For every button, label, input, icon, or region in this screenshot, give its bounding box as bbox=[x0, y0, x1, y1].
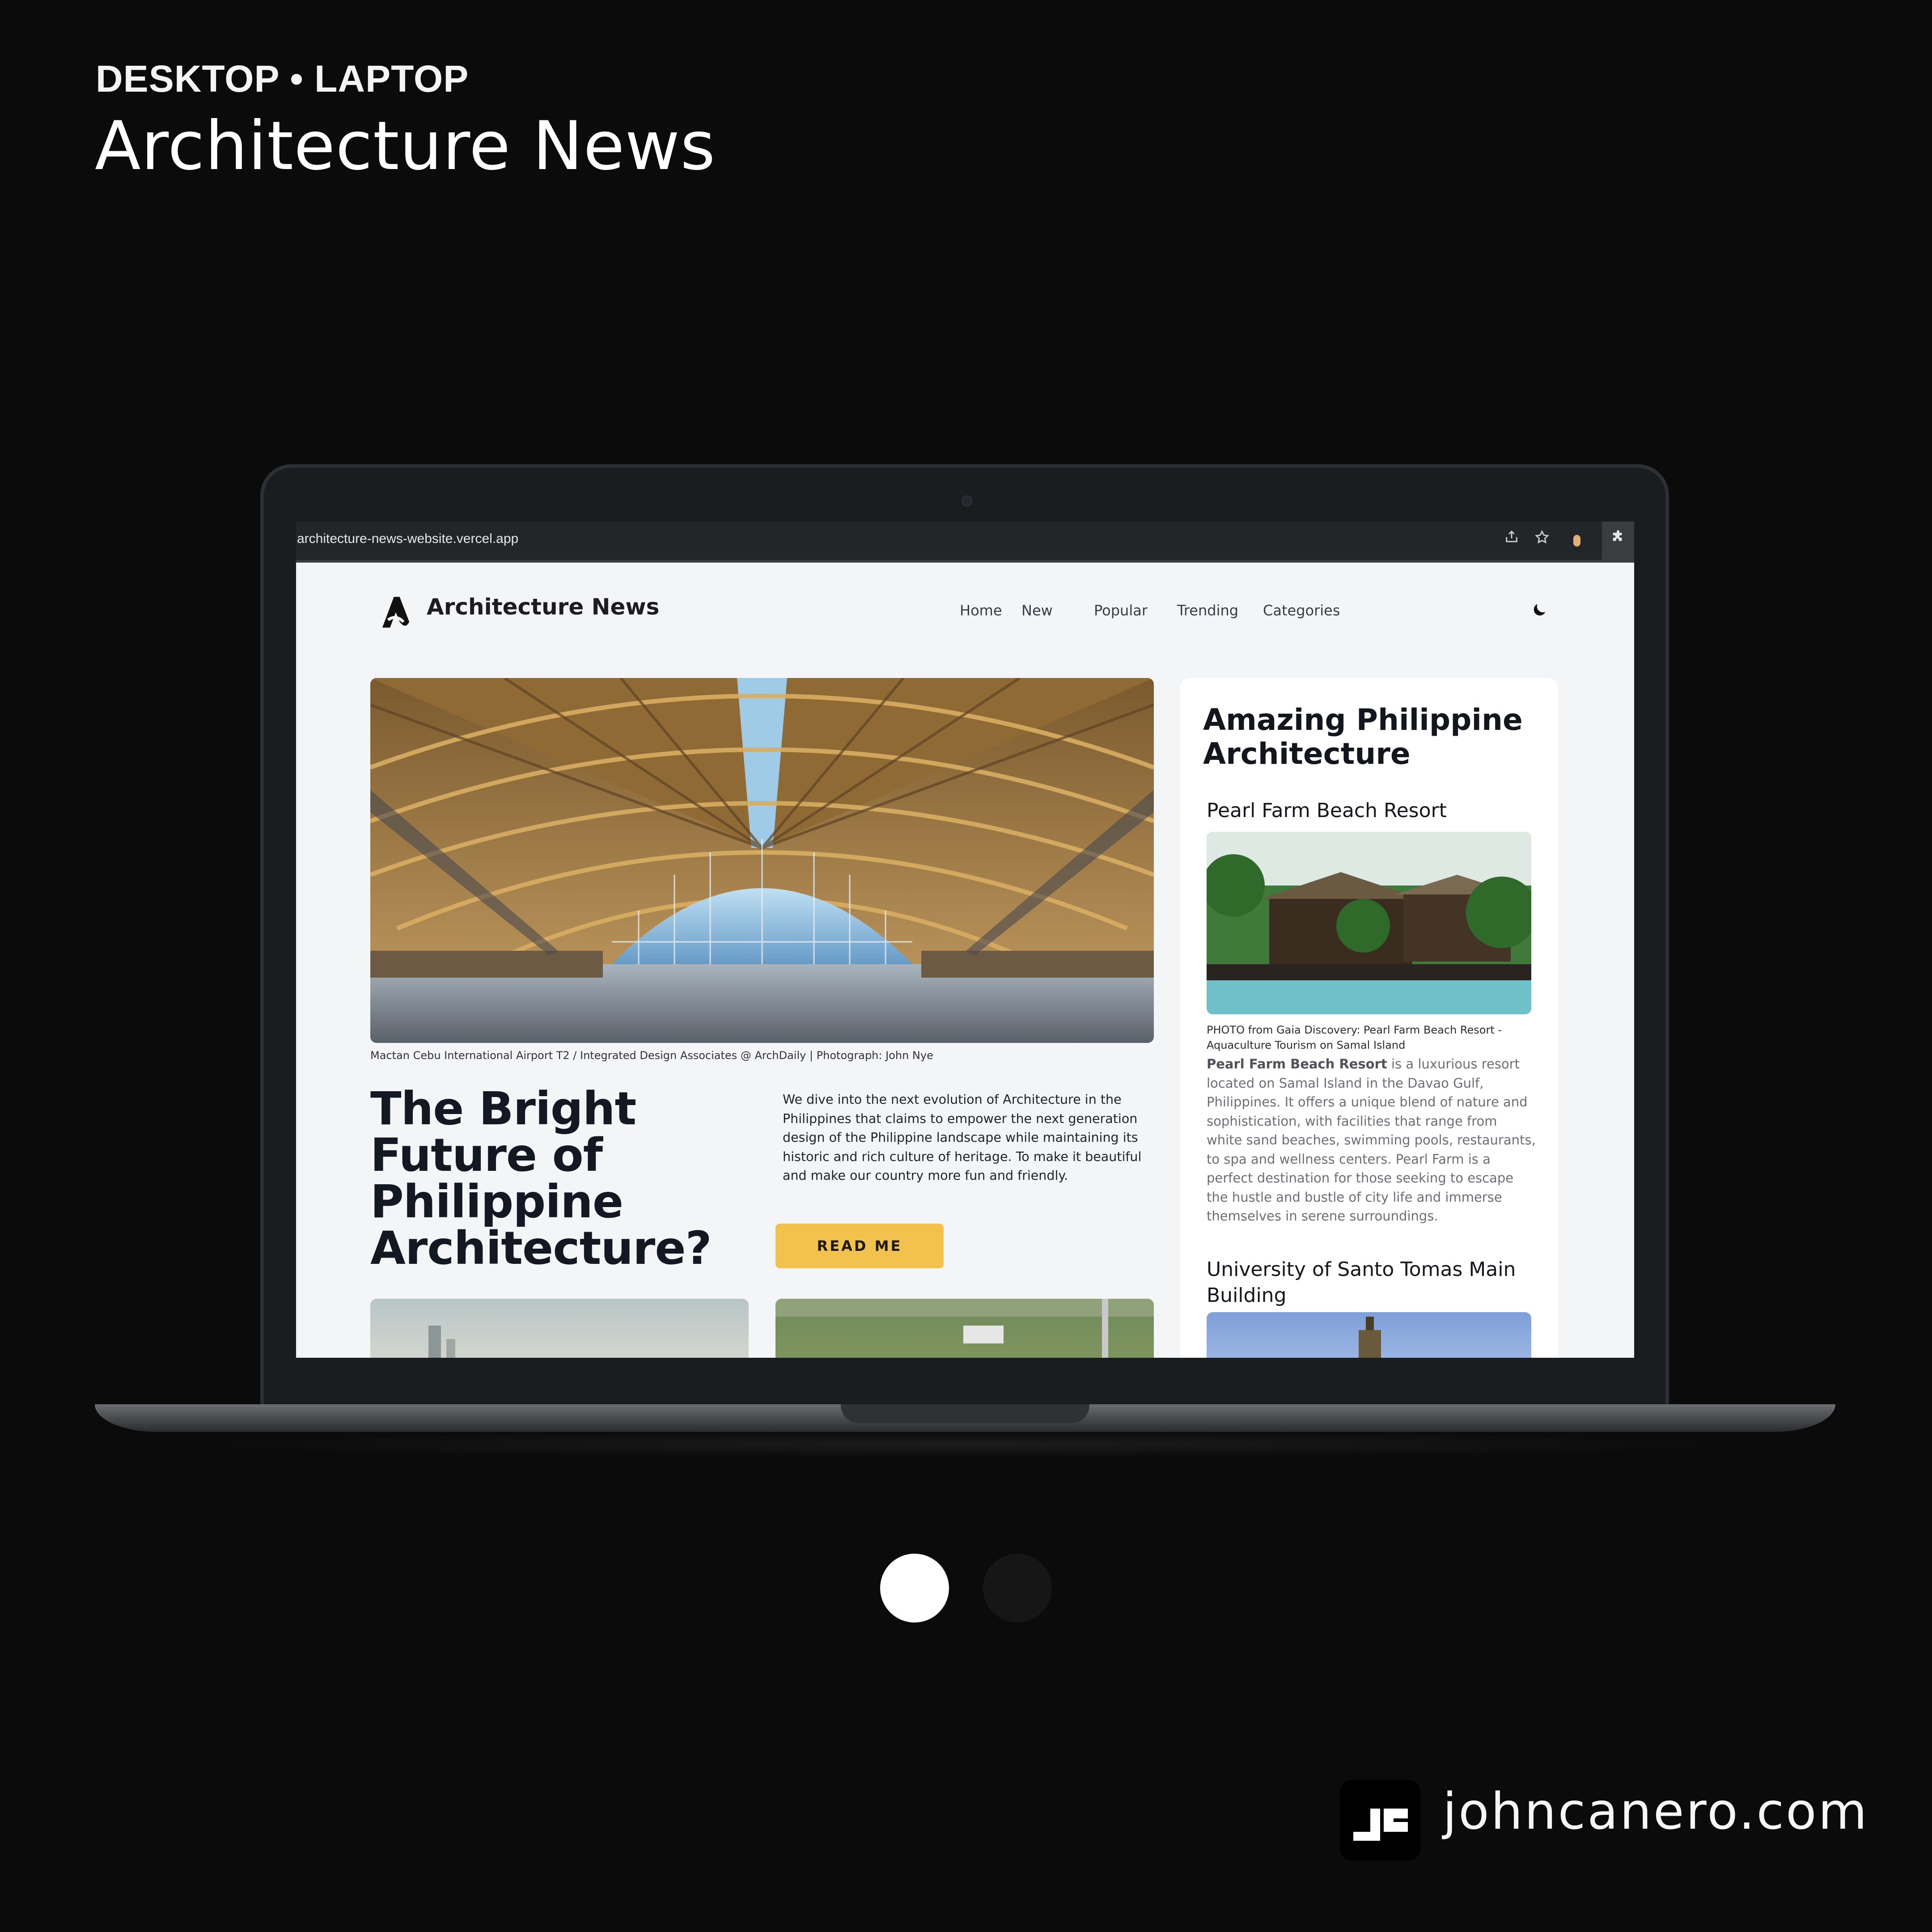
url-field[interactable]: architecture-news-website.vercel.app bbox=[297, 531, 518, 547]
footer-domain[interactable]: johncanero.com bbox=[1443, 1783, 1869, 1841]
showcase-eyebrow: DESKTOP • LAPTOP bbox=[96, 58, 469, 100]
pearl-farm-description: Pearl Farm Beach Resort is a luxurious r… bbox=[1207, 1055, 1536, 1226]
laptop-screen: architecture-news-website.vercel.app Arc… bbox=[296, 521, 1634, 1358]
pearl-farm-body-text: is a luxurious resort located on Samal I… bbox=[1207, 1056, 1536, 1224]
star-icon[interactable] bbox=[1532, 530, 1552, 549]
browser-address-bar: architecture-news-website.vercel.app bbox=[296, 521, 1634, 563]
pearl-farm-strong: Pearl Farm Beach Resort bbox=[1207, 1056, 1387, 1072]
laptop-hinge-notch bbox=[841, 1404, 1089, 1423]
puzzle-icon[interactable] bbox=[1608, 530, 1628, 549]
laptop-shadow bbox=[188, 1431, 1744, 1458]
nav-popular[interactable]: Popular bbox=[1094, 602, 1148, 619]
pearl-farm-image bbox=[1207, 832, 1531, 1014]
jc-logo-icon[interactable] bbox=[1340, 1780, 1420, 1860]
nav-new[interactable]: New bbox=[1021, 602, 1053, 619]
sidebar-item-heading-2[interactable]: University of Santo Tomas Main Building bbox=[1207, 1257, 1546, 1309]
sidebar-title: Amazing Philippine Architecture bbox=[1203, 703, 1523, 771]
article-lede: We dive into the next evolution of Archi… bbox=[783, 1092, 1142, 1183]
hero-image bbox=[370, 678, 1154, 1043]
sidebar-card: Amazing Philippine Architecture Pearl Fa… bbox=[1180, 678, 1558, 1358]
webcam-icon bbox=[962, 496, 972, 506]
article-thumbnail-city[interactable] bbox=[370, 1299, 749, 1358]
pager-dot[interactable] bbox=[983, 1554, 1052, 1623]
article-headline[interactable]: The Bright Future of Philippine Architec… bbox=[370, 1086, 755, 1272]
website: Architecture News Home New Popular Trend… bbox=[296, 563, 1634, 1358]
hero-image-caption: Mactan Cebu International Airport T2 / I… bbox=[370, 1049, 933, 1062]
share-icon[interactable] bbox=[1502, 530, 1521, 549]
nav-home[interactable]: Home bbox=[960, 602, 1002, 619]
nav-categories[interactable]: Categories bbox=[1263, 602, 1340, 619]
moon-icon[interactable] bbox=[1530, 601, 1548, 619]
read-me-button[interactable]: READ ME bbox=[775, 1224, 944, 1268]
sidebar-item-heading[interactable]: Pearl Farm Beach Resort bbox=[1207, 798, 1546, 824]
brand-logo-icon[interactable] bbox=[377, 593, 415, 631]
article-thumbnail-aerial[interactable] bbox=[775, 1299, 1154, 1358]
extension-badge-icon[interactable] bbox=[1573, 535, 1580, 547]
ust-main-building-image bbox=[1207, 1312, 1531, 1358]
pager-dot-active[interactable] bbox=[880, 1554, 949, 1623]
nav-trending[interactable]: Trending bbox=[1177, 602, 1238, 619]
showcase-title: Architecture News bbox=[95, 107, 716, 185]
pearl-farm-photo-caption: PHOTO from Gaia Discovery: Pearl Farm Be… bbox=[1207, 1024, 1502, 1051]
brand-name[interactable]: Architecture News bbox=[427, 594, 659, 620]
